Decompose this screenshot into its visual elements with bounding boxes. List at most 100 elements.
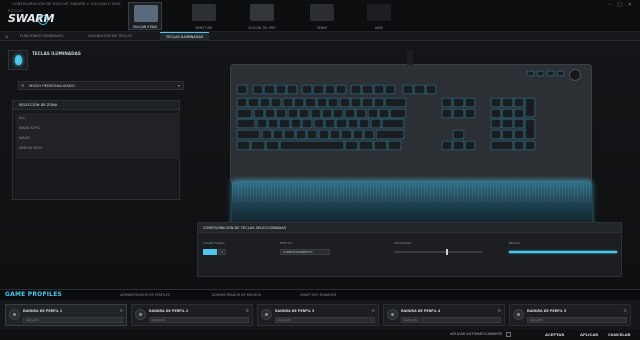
keycap	[302, 85, 313, 94]
swarm-logo: ROCCAT SWARM	[8, 9, 54, 27]
keycap	[373, 85, 384, 94]
color-swatch[interactable]	[203, 249, 217, 255]
device-label: BURST AIR	[195, 26, 213, 30]
keycap	[284, 130, 295, 140]
device-thumbnail	[310, 4, 334, 21]
tab-asignacion-teclas[interactable]: ASIGNACIÓN DE TECLAS	[82, 32, 138, 41]
keycap	[513, 98, 524, 107]
gear-icon[interactable]: ⚙	[119, 308, 123, 313]
tab-funciones-generales[interactable]: FUNCIONES GENERALES	[14, 32, 70, 41]
zone-item-all[interactable]: ALL	[16, 113, 180, 123]
zone-header: SELECCIÓN DE ZONA	[13, 101, 179, 110]
accept-button[interactable]: ACEPTAR	[545, 332, 564, 337]
keycap	[347, 119, 358, 129]
effect-select[interactable]: COMPLETAMENTE R	[280, 249, 330, 255]
cancel-button[interactable]: CANCELAR	[608, 332, 631, 337]
main-content: TECLAS ILUMINADAS ⚙ MODO PERSONALIZADO ▾…	[0, 42, 640, 289]
apply-button[interactable]: APLICAR	[580, 332, 598, 337]
keycap	[513, 119, 524, 129]
color-dropdown-button[interactable]: ▾	[218, 249, 226, 255]
keycap	[316, 98, 327, 107]
keycap	[502, 130, 513, 140]
maximize-button[interactable]: □	[617, 2, 622, 8]
speed-slider-thumb[interactable]	[445, 249, 448, 255]
zone-item-arrow-keys[interactable]: ARROW KEYS	[16, 143, 180, 153]
keycap	[280, 140, 344, 150]
keycap	[547, 71, 554, 76]
profile-slot-1[interactable]: RANURA DE PERFIL 1 Default1 ⚙	[5, 304, 127, 326]
keycap	[388, 140, 402, 150]
footer-bar: APLICAR AUTOMÁTICAMENTE ACEPTAR APLICAR …	[0, 330, 640, 340]
profile-name: RANURA DE PERFIL 4	[401, 309, 441, 313]
profile-name-input[interactable]: Default5	[527, 317, 627, 323]
volume-knob-icon	[569, 69, 581, 81]
keycap	[253, 85, 264, 94]
gear-icon[interactable]: ⚙	[371, 308, 375, 313]
profile-slot-5[interactable]: RANURA DE PERFIL 5 Default5 ⚙	[509, 304, 631, 326]
keycap	[237, 108, 253, 118]
game-profiles-title: GAME PROFILES	[5, 291, 63, 298]
speed-slider[interactable]	[394, 251, 482, 253]
keycap	[537, 71, 544, 76]
profile-manager-link[interactable]: ADMINISTRADOR DE PERFILES	[120, 293, 170, 297]
keycap	[527, 71, 534, 76]
device-tab-2[interactable]: BURST AIR	[187, 2, 221, 30]
keycap	[525, 98, 536, 118]
device-tab-1[interactable]: VULCAN II MAX	[128, 2, 162, 30]
keycap	[381, 119, 405, 129]
keycap	[333, 108, 344, 118]
auto-apply-checkbox[interactable]	[506, 332, 511, 337]
home-icon[interactable]: ⌂	[5, 34, 8, 40]
profile-slot-4[interactable]: RANURA DE PERFIL 4 Default4 ⚙	[383, 304, 505, 326]
profile-icon	[387, 309, 398, 320]
keyboard-cable	[407, 51, 413, 65]
gear-icon[interactable]: ⚙	[245, 308, 249, 313]
zone-item-wasd[interactable]: WASD	[16, 133, 180, 143]
device-tab-3[interactable]: VULCAN TKL PRO	[245, 2, 279, 30]
lighting-mode-select[interactable]: ⚙ MODO PERSONALIZADO ▾	[18, 81, 184, 90]
device-tab-5[interactable]: AIMO	[362, 2, 396, 30]
gear-icon[interactable]: ⚙	[623, 308, 627, 313]
device-label: VULCAN TKL PRO	[248, 26, 276, 30]
keycap	[373, 140, 387, 150]
profile-name-input[interactable]: Default1	[23, 317, 123, 323]
app-window: CONFIGURACIÓN DE ROCCAT SWARM > VULCAN I…	[0, 0, 640, 340]
profile-name-input[interactable]: Default3	[275, 317, 375, 323]
keycap	[344, 108, 355, 118]
keycap	[330, 130, 341, 140]
device-thumbnail	[250, 4, 274, 21]
keycap	[299, 108, 310, 118]
profile-name-input[interactable]: Default2	[149, 317, 249, 323]
keycap	[442, 98, 453, 107]
brightness-slider[interactable]	[509, 251, 617, 253]
keycap	[276, 108, 287, 118]
smart-key-manager-link[interactable]: SMART KEY MANAGER	[300, 293, 336, 297]
section-title: TECLAS ILUMINADAS	[32, 51, 81, 56]
profile-slot-2[interactable]: RANURA DE PERFIL 2 Default2 ⚙	[131, 304, 253, 326]
keycap	[370, 119, 381, 129]
close-button[interactable]: ✕	[628, 2, 632, 8]
keycap	[367, 108, 378, 118]
keycap	[502, 108, 513, 118]
keycap	[324, 119, 336, 129]
device-label: AIMO	[374, 26, 384, 30]
profile-slot-3[interactable]: RANURA DE PERFIL 3 Default3 ⚙	[257, 304, 379, 326]
keycap	[264, 85, 275, 94]
keycap	[442, 140, 453, 150]
keycap	[324, 85, 335, 94]
zone-item-wasd-keys[interactable]: WASD KEYS	[16, 123, 180, 133]
profile-name-input[interactable]: Default4	[401, 317, 501, 323]
device-tab-4[interactable]: SENSE	[305, 2, 339, 30]
minimize-button[interactable]: –	[609, 2, 612, 8]
keycap	[318, 130, 329, 140]
keyboard-preview	[230, 51, 592, 184]
keycap	[359, 119, 370, 129]
keycap	[403, 85, 414, 94]
gear-icon[interactable]: ⚙	[497, 308, 501, 313]
keycap	[373, 98, 384, 107]
keycap	[362, 85, 373, 94]
tab-teclas-iluminadas[interactable]: TECLAS ILUMINADAS	[160, 32, 210, 41]
macro-manager-link[interactable]: ADMINISTRADOR DE MACROS	[212, 293, 261, 297]
profile-icon	[135, 309, 146, 320]
tab-bar: ⌂ FUNCIONES GENERALES ASIGNACIÓN DE TECL…	[0, 32, 640, 41]
